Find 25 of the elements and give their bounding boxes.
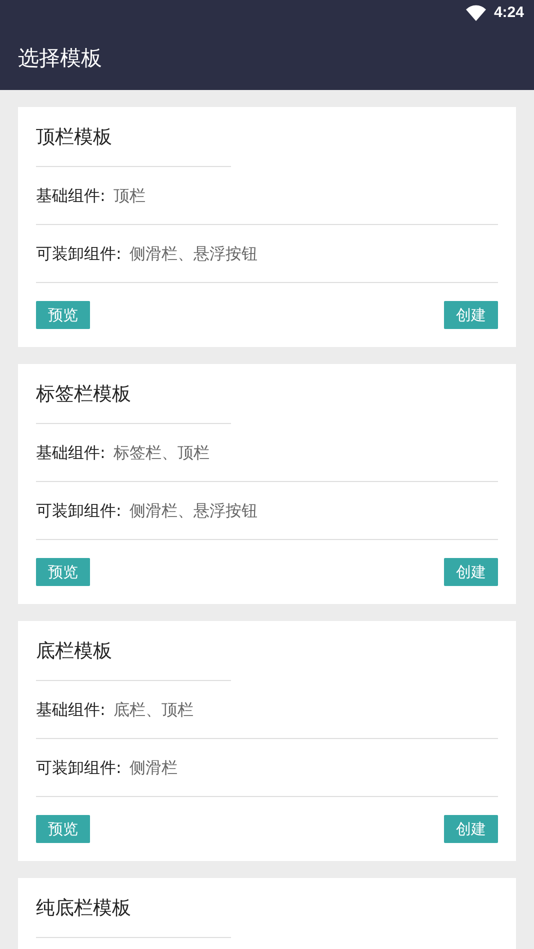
preview-button[interactable]: 预览 bbox=[36, 815, 90, 843]
card-title: 底栏模板 bbox=[36, 639, 113, 664]
create-button[interactable]: 创建 bbox=[444, 815, 498, 843]
wifi-icon bbox=[466, 4, 486, 20]
card-title: 标签栏模板 bbox=[36, 382, 132, 407]
component-value: 底栏、顶栏 bbox=[113, 699, 194, 721]
component-label: 基础组件: bbox=[36, 442, 106, 464]
create-button[interactable]: 创建 bbox=[444, 558, 498, 586]
component-label: 基础组件: bbox=[36, 185, 106, 207]
preview-button[interactable]: 预览 bbox=[36, 301, 90, 329]
card-title: 纯底栏模板 bbox=[36, 896, 132, 921]
component-value: 标签栏、顶栏 bbox=[113, 442, 210, 464]
component-value: 侧滑栏、悬浮按钮 bbox=[129, 500, 258, 522]
card-title: 顶栏模板 bbox=[36, 125, 113, 150]
component-label: 可装卸组件: bbox=[36, 243, 122, 265]
component-label: 可装卸组件: bbox=[36, 500, 122, 522]
component-value: 顶栏 bbox=[113, 185, 146, 207]
status-time: 4:24 bbox=[494, 4, 524, 21]
create-button[interactable]: 创建 bbox=[444, 301, 498, 329]
preview-button[interactable]: 预览 bbox=[36, 558, 90, 586]
component-value: 侧滑栏、悬浮按钮 bbox=[129, 243, 258, 265]
component-label: 基础组件: bbox=[36, 699, 106, 721]
component-label: 可装卸组件: bbox=[36, 757, 122, 779]
component-value: 侧滑栏 bbox=[129, 757, 178, 779]
screen-title: 选择模板 bbox=[18, 44, 102, 72]
